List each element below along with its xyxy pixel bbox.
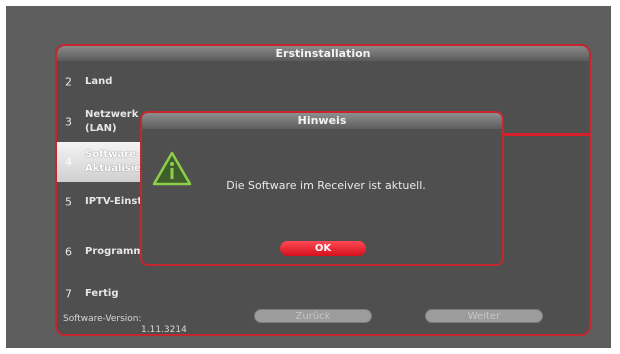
step-number: 5 [65, 195, 72, 209]
step-label: Netzwerk (LAN) [85, 109, 139, 134]
notice-dialog: Hinweis Die Software im Receiver ist akt… [140, 111, 504, 266]
step-number: 2 [65, 75, 72, 89]
step-label: Software- Aktualisier [85, 149, 146, 174]
step-number: 3 [65, 115, 72, 129]
software-version-value: 1.11.3214 [141, 325, 187, 335]
step-number: 6 [65, 245, 72, 259]
back-button[interactable]: Zurück [254, 309, 372, 323]
tv-screen: Erstinstallation 2 Land 3 Netzwerk (LAN)… [6, 6, 611, 348]
step-label: Fertig [85, 288, 119, 299]
step-fertig[interactable]: 7 Fertig [57, 274, 197, 314]
dialog-message: Die Software im Receiver ist aktuell. [226, 179, 426, 192]
step-number: 7 [65, 287, 72, 301]
next-button[interactable]: Weiter [425, 309, 543, 323]
step-label: Land [85, 76, 113, 87]
dialog-title: Hinweis [142, 113, 502, 129]
step-land[interactable]: 2 Land [57, 62, 197, 102]
step-number: 4 [65, 155, 72, 169]
wizard-title: Erstinstallation [57, 46, 589, 61]
progress-line [502, 133, 589, 136]
ok-button[interactable]: OK [280, 241, 366, 256]
software-version-label: Software-Version: [63, 314, 142, 324]
